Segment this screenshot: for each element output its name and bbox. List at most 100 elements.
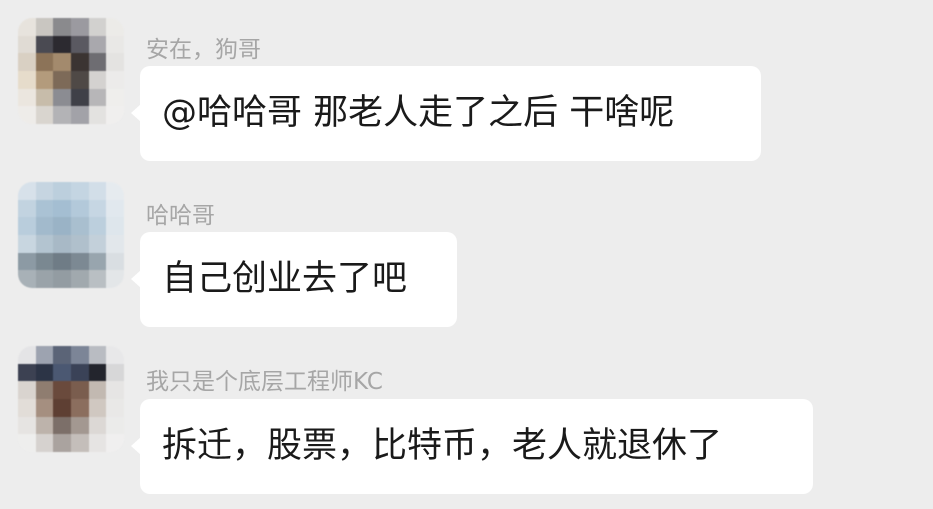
avatar-mosaic-cell: [35, 106, 54, 124]
avatar-mosaic-cell: [106, 182, 124, 200]
avatar-mosaic-cell: [88, 18, 107, 36]
avatar-mosaic-cell: [53, 252, 71, 271]
avatar-mosaic-cell: [106, 35, 124, 54]
avatar-mosaic-cell: [106, 53, 124, 71]
avatar-mosaic-cell: [18, 35, 36, 54]
avatar-mosaic-cell: [53, 182, 71, 200]
avatar-mosaic-cell: [106, 199, 124, 218]
message-bubble[interactable]: @哈哈哥 那老人走了之后 干啥呢: [131, 66, 761, 161]
avatar-mosaic-cell: [106, 398, 124, 417]
avatar-mosaic-cell: [88, 35, 107, 54]
avatar-mosaic-cell: [35, 252, 54, 271]
avatar-mosaic-cell: [70, 70, 89, 89]
avatar-mosaic-cell: [53, 217, 71, 235]
avatar-mosaic-cell: [18, 270, 36, 288]
avatar-mosaic-cell: [106, 234, 124, 253]
avatar-mosaic-cell: [88, 270, 107, 288]
avatar-mosaic-cell: [88, 106, 107, 124]
avatar-mosaic-cell: [88, 381, 107, 399]
avatar-mosaic-cell: [70, 270, 89, 288]
avatar-mosaic-cell: [53, 381, 71, 399]
avatar-mosaic-cell: [88, 363, 107, 382]
avatar-mosaic-cell: [53, 234, 71, 253]
avatar-mosaic-cell: [106, 346, 124, 364]
avatar-mosaic-cell: [35, 217, 54, 235]
avatar-mosaic-cell: [106, 363, 124, 382]
avatar-mosaic-cell: [88, 199, 107, 218]
avatar-mosaic-cell: [18, 234, 36, 253]
avatar-mosaic-cell: [70, 346, 89, 364]
message-bubble[interactable]: 自己创业去了吧: [131, 232, 457, 327]
avatar-mosaic-cell: [70, 398, 89, 417]
avatar-mosaic-cell: [88, 88, 107, 107]
avatar-mosaic-cell: [35, 70, 54, 89]
message-bubble[interactable]: 拆迁，股票，比特币，老人就退休了: [131, 399, 813, 494]
avatar-mosaic-cell: [106, 416, 124, 435]
avatar[interactable]: [18, 346, 124, 452]
avatar[interactable]: [18, 18, 124, 124]
avatar-mosaic-cell: [35, 182, 54, 200]
avatar-mosaic-cell: [53, 416, 71, 435]
avatar-mosaic-cell: [88, 252, 107, 271]
avatar-mosaic-cell: [18, 182, 36, 200]
avatar-mosaic-cell: [53, 346, 71, 364]
avatar-mosaic-cell: [18, 18, 36, 36]
avatar-mosaic-cell: [53, 363, 71, 382]
avatar-mosaic-cell: [35, 416, 54, 435]
avatar-mosaic-cell: [106, 18, 124, 36]
avatar-mosaic-cell: [70, 199, 89, 218]
sender-name: 我只是个底层工程师KC: [146, 369, 383, 395]
avatar-mosaic-cell: [53, 106, 71, 124]
avatar-mosaic-cell: [53, 434, 71, 452]
avatar-mosaic-cell: [53, 53, 71, 71]
avatar-mosaic-cell: [88, 234, 107, 253]
avatar-mosaic-cell: [18, 217, 36, 235]
avatar-mosaic-cell: [18, 381, 36, 399]
avatar-mosaic-cell: [106, 381, 124, 399]
avatar-mosaic-cell: [88, 53, 107, 71]
avatar-mosaic-cell: [53, 35, 71, 54]
avatar-mosaic-cell: [18, 363, 36, 382]
avatar-mosaic-cell: [18, 434, 36, 452]
avatar-mosaic-cell: [53, 398, 71, 417]
avatar-mosaic-cell: [88, 182, 107, 200]
avatar[interactable]: [18, 182, 124, 288]
avatar-mosaic-cell: [70, 234, 89, 253]
avatar-mosaic-cell: [18, 106, 36, 124]
avatar-mosaic-cell: [70, 416, 89, 435]
avatar-mosaic-cell: [53, 199, 71, 218]
avatar-mosaic-cell: [88, 217, 107, 235]
avatar-mosaic-cell: [35, 363, 54, 382]
avatar-mosaic-cell: [18, 53, 36, 71]
avatar-mosaic-cell: [53, 70, 71, 89]
avatar-mosaic-cell: [70, 53, 89, 71]
avatar-mosaic-cell: [70, 35, 89, 54]
avatar-mosaic-cell: [106, 88, 124, 107]
avatar-mosaic-cell: [106, 434, 124, 452]
avatar-mosaic-cell: [70, 217, 89, 235]
avatar-mosaic-cell: [70, 18, 89, 36]
avatar-mosaic-cell: [35, 88, 54, 107]
avatar-mosaic-cell: [106, 252, 124, 271]
avatar-mosaic-cell: [106, 270, 124, 288]
avatar-mosaic-cell: [88, 416, 107, 435]
avatar-mosaic-cell: [18, 88, 36, 107]
avatar-mosaic-cell: [70, 182, 89, 200]
avatar-mosaic-cell: [53, 270, 71, 288]
avatar-mosaic-cell: [35, 53, 54, 71]
avatar-mosaic-cell: [18, 70, 36, 89]
sender-name: 安在，狗哥: [146, 37, 261, 63]
avatar-mosaic-cell: [18, 199, 36, 218]
avatar-mosaic-cell: [53, 88, 71, 107]
avatar-mosaic-cell: [106, 217, 124, 235]
avatar-mosaic-cell: [18, 252, 36, 271]
avatar-mosaic-cell: [88, 434, 107, 452]
avatar-mosaic-cell: [35, 270, 54, 288]
avatar-mosaic-cell: [35, 18, 54, 36]
avatar-mosaic-cell: [106, 70, 124, 89]
avatar-mosaic-cell: [88, 398, 107, 417]
avatar-mosaic-cell: [88, 346, 107, 364]
avatar-mosaic-cell: [18, 398, 36, 417]
avatar-mosaic-cell: [53, 18, 71, 36]
avatar-mosaic-cell: [70, 88, 89, 107]
